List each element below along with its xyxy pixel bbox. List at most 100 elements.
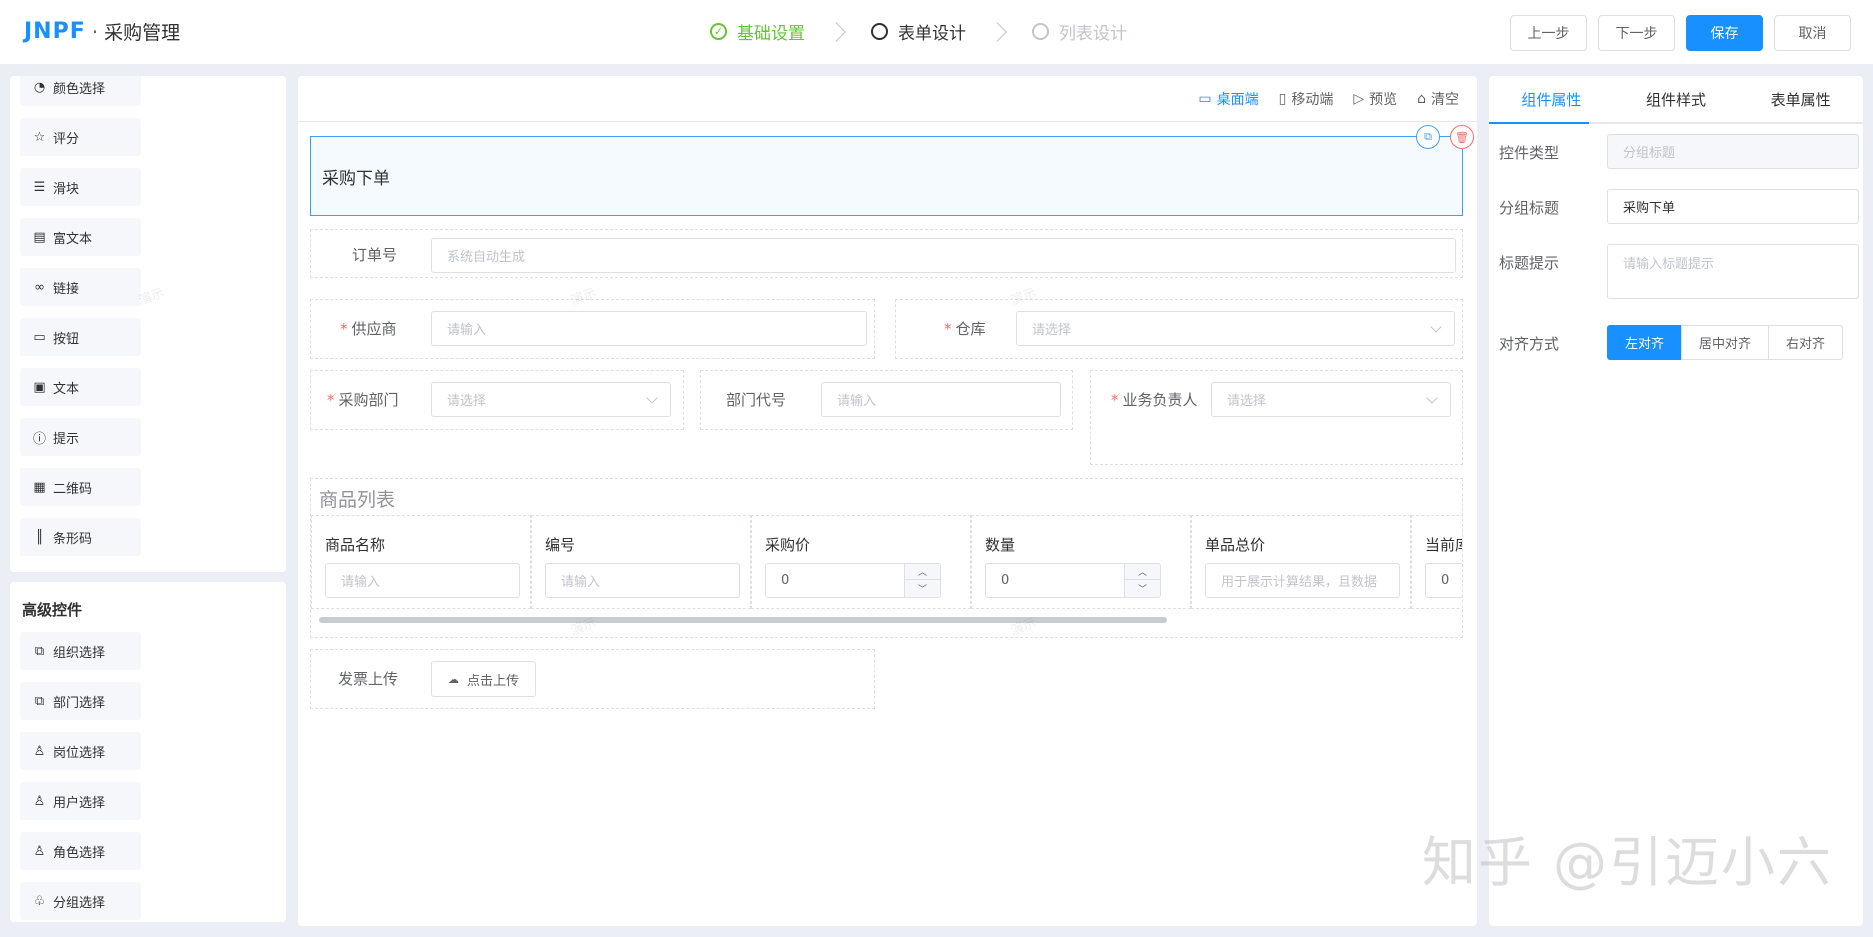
field-supplier[interactable]: * 供应商 请输入 (310, 299, 875, 359)
quantity-stepper[interactable]: 0 ︿ ﹀ (985, 563, 1161, 598)
desktop-view-button[interactable]: ▭ 桌面端 (1198, 89, 1258, 109)
step-basic-settings[interactable]: ✓ 基础设置 (710, 19, 805, 44)
supplier-input[interactable]: 请输入 (431, 311, 867, 346)
header-actions: 上一步 下一步 保存 取消 (1499, 15, 1851, 51)
logo-mark: JNPF (24, 19, 86, 44)
order-no-input[interactable]: 系统自动生成 (431, 238, 1456, 273)
horizontal-scrollbar[interactable] (319, 617, 1167, 623)
align-center-button[interactable]: 居中对齐 (1681, 325, 1770, 360)
copy-icon[interactable]: ⧉ (1416, 125, 1440, 149)
step-list-design[interactable]: 列表设计 (1032, 19, 1127, 44)
palette-item-rich-text[interactable]: ▤ 富文本 (20, 218, 141, 256)
circle-icon (1032, 23, 1049, 40)
palette-item-position-select[interactable]: ♙ 岗位选择 (20, 732, 141, 770)
group-title-component[interactable]: 采购下单 ⧉ 🗑 (310, 125, 1474, 216)
canvas-toolbar: ▭ 桌面端 ▯ 移动端 ▷ 预览 ⌂ 清空 (298, 76, 1477, 122)
chevron-down-icon (1426, 392, 1438, 404)
steps-bar: ✓ 基础设置 表单设计 列表设计 (710, 19, 1127, 44)
palette-item-color-picker[interactable]: ◔ 颜色选择 (20, 76, 141, 106)
field-order-no[interactable]: 订单号 系统自动生成 (310, 229, 1463, 278)
field-purchase-dept[interactable]: * 采购部门 请选择 (310, 370, 684, 430)
stock-input[interactable]: 0 (1425, 563, 1462, 598)
chevron-right-icon (987, 21, 1007, 42)
chevron-up-icon[interactable]: ︿ (1125, 564, 1160, 580)
palette-item-dept-select[interactable]: ⧉ 部门选择 (20, 682, 141, 720)
palette-item-link[interactable]: ∞ 链接 (20, 268, 141, 306)
next-step-button[interactable]: 下一步 (1598, 15, 1675, 51)
chevron-down-icon (1430, 321, 1442, 333)
palette-item-button[interactable]: ▭ 按钮 (20, 318, 141, 356)
chevron-down-icon[interactable]: ﹀ (905, 580, 940, 596)
unit-total-input[interactable]: 用于展示计算结果，且数据 (1205, 563, 1400, 598)
palette-item-slider[interactable]: ☰ 滑块 (20, 168, 141, 206)
component-actions: ⧉ 🗑 (1406, 125, 1474, 149)
prop-label: 控件类型 (1499, 144, 1560, 162)
palette-item-user-select[interactable]: ♙ 用户选择 (20, 782, 141, 820)
palette-item-text[interactable]: ▣ 文本 (20, 368, 141, 406)
field-warehouse[interactable]: * 仓库 请选择 (895, 299, 1463, 359)
goods-column[interactable]: 单品总价 用于展示计算结果，且数据 (1191, 515, 1411, 609)
advanced-controls-section: 高级控件 ⧉ 组织选择 ⧉ 部门选择 ♙ 岗位选择 ♙ 用户选择 ♙ 角色选择 ♧ 分组选择 (10, 582, 286, 922)
column-header: 商品名称 (325, 536, 386, 554)
palette-item-role-select[interactable]: ♙ 角色选择 (20, 832, 141, 870)
check-icon: ✓ (710, 23, 727, 40)
tab-form-properties[interactable]: 表单属性 (1738, 76, 1863, 122)
cloud-upload-icon: ☁ (448, 672, 459, 686)
field-owner[interactable]: * 业务负责人 请选择 (1090, 370, 1463, 465)
chevron-down-icon[interactable]: ﹀ (1125, 580, 1160, 596)
barcode-icon: ║ (35, 529, 44, 545)
field-label: * 仓库 (944, 320, 986, 338)
org-icon: ⧉ (34, 643, 45, 659)
goods-column[interactable]: 采购价 0 ︿ ﹀ (751, 515, 971, 609)
star-icon: ☆ (33, 129, 46, 145)
palette-item-alert[interactable]: ⓘ 提示 (20, 418, 141, 456)
goods-column[interactable]: 商品名称 请输入 (311, 515, 531, 609)
goods-table-component[interactable]: 商品列表 商品名称 请输入 编号 请输入 采购价 0 ︿ ﹀ 数量 0 ︿ ﹀ 单品… (310, 478, 1463, 638)
clear-button[interactable]: ⌂ 清空 (1417, 89, 1459, 109)
column-header: 编号 (545, 536, 576, 554)
owner-select[interactable]: 请选择 (1211, 382, 1451, 417)
rich-text-icon: ▤ (33, 229, 46, 245)
purchase-dept-select[interactable]: 请选择 (431, 382, 671, 417)
goods-name-input[interactable]: 请输入 (325, 563, 520, 598)
palette-item-group-select[interactable]: ♧ 分组选择 (20, 882, 141, 920)
align-left-button[interactable]: 左对齐 (1607, 325, 1683, 360)
purchase-price-stepper[interactable]: 0 ︿ ﹀ (765, 563, 941, 598)
save-button[interactable]: 保存 (1686, 15, 1763, 51)
goods-column[interactable]: 当前库 0 (1411, 515, 1462, 609)
chevron-down-icon (646, 392, 658, 404)
palette-item-org-select[interactable]: ⧉ 组织选择 (20, 632, 141, 670)
warehouse-select[interactable]: 请选择 (1016, 311, 1455, 346)
alignment-segmented: 左对齐 居中对齐 右对齐 (1607, 325, 1844, 360)
goods-column[interactable]: 编号 请输入 (531, 515, 751, 609)
logo-separator: · (91, 19, 99, 44)
tab-component-style[interactable]: 组件样式 (1614, 76, 1739, 122)
chevron-right-icon (826, 21, 846, 42)
field-label: 订单号 (352, 246, 398, 264)
field-dept-code[interactable]: 部门代号 请输入 (700, 370, 1073, 430)
palette-item-barcode[interactable]: ║ 条形码 (20, 518, 141, 556)
cancel-button[interactable]: 取消 (1774, 15, 1851, 51)
title-hint-textarea[interactable]: 请输入标题提示 (1607, 244, 1859, 299)
goods-code-input[interactable]: 请输入 (545, 563, 740, 598)
step-label: 表单设计 (898, 24, 966, 44)
site-watermark: 知乎 @引迈小六 (1421, 831, 1833, 894)
palette-item-rate[interactable]: ☆ 评分 (20, 118, 141, 156)
align-right-button[interactable]: 右对齐 (1768, 325, 1844, 360)
trash-icon[interactable]: 🗑 (1450, 125, 1474, 149)
step-form-design[interactable]: 表单设计 (871, 19, 966, 44)
upload-button[interactable]: ☁ 点击上传 (431, 661, 537, 697)
preview-button[interactable]: ▷ 预览 (1353, 89, 1397, 109)
palette-item-qrcode[interactable]: ▦ 二维码 (20, 468, 141, 506)
field-label: * 供应商 (340, 320, 397, 338)
field-invoice-upload[interactable]: 发票上传 ☁ 点击上传 (310, 649, 875, 709)
goods-column[interactable]: 数量 0 ︿ ﹀ (971, 515, 1191, 609)
app-logo: JNPF · 采购管理 (24, 18, 180, 45)
dept-code-input[interactable]: 请输入 (821, 382, 1061, 417)
tab-component-properties[interactable]: 组件属性 (1489, 76, 1614, 122)
chevron-up-icon[interactable]: ︿ (905, 564, 940, 580)
role-icon: ♙ (33, 843, 46, 859)
mobile-view-button[interactable]: ▯ 移动端 (1279, 89, 1334, 109)
prev-step-button[interactable]: 上一步 (1510, 15, 1587, 51)
group-title-input[interactable]: 采购下单 (1607, 189, 1859, 224)
